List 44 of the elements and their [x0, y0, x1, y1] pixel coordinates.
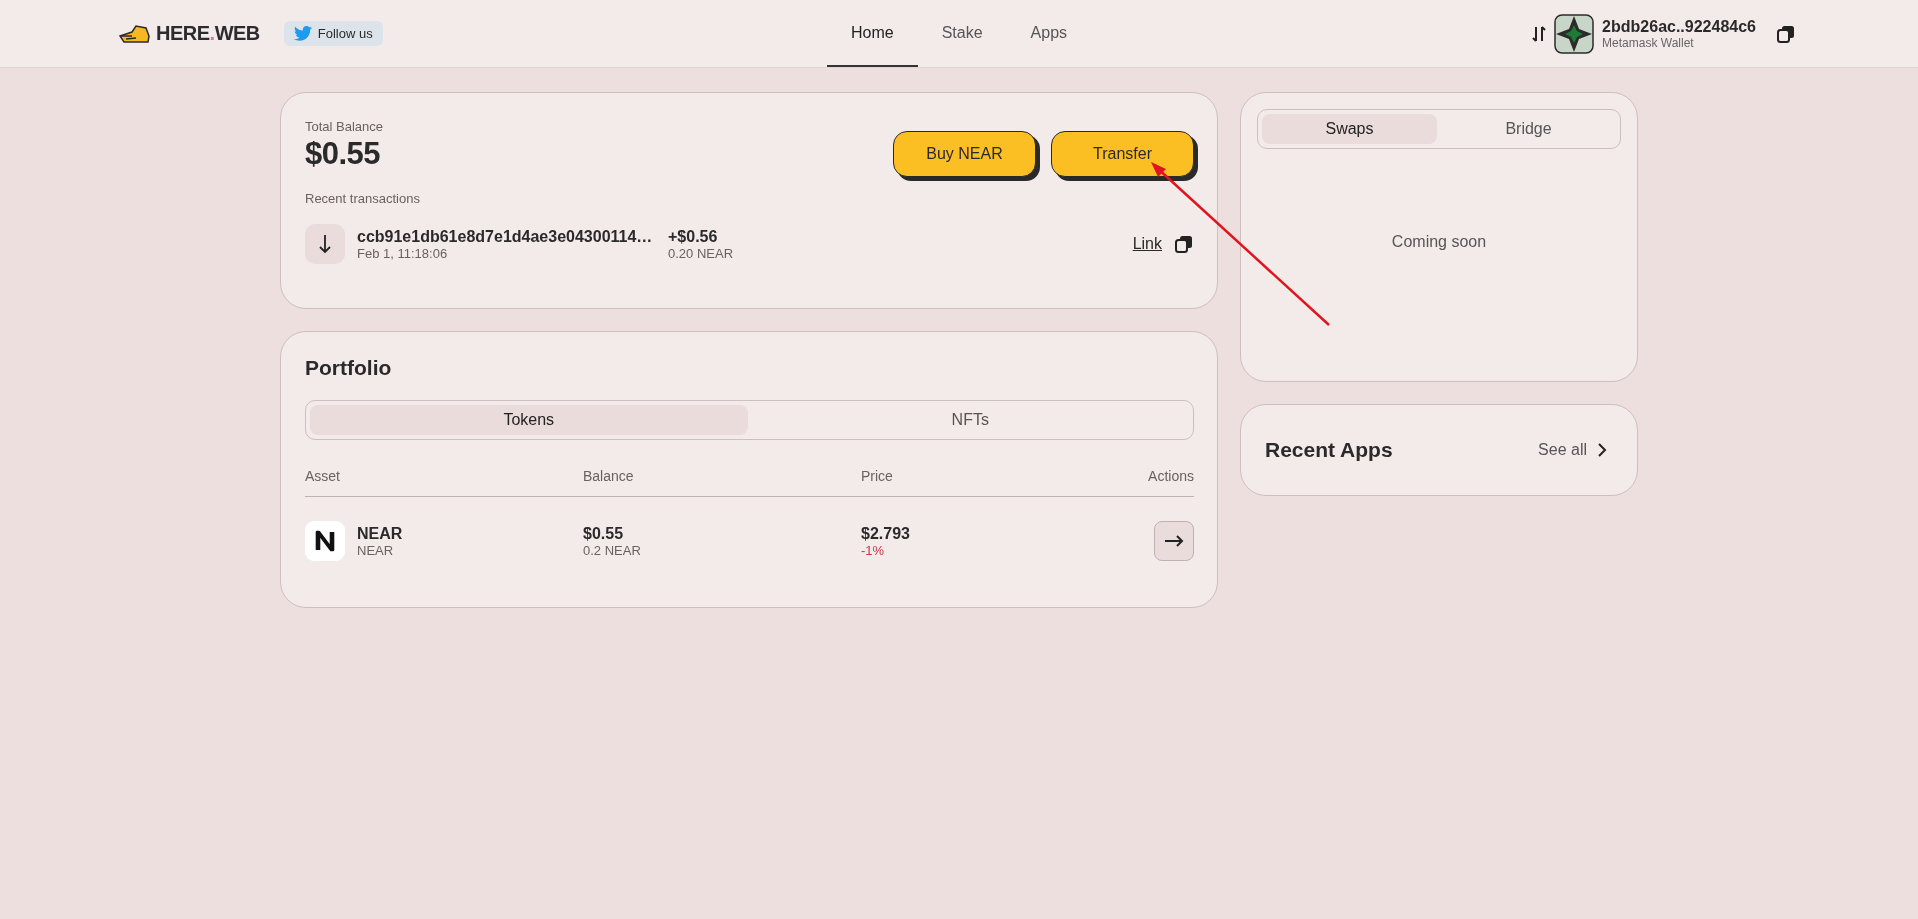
bird-icon — [293, 26, 312, 41]
transaction-amount: +$0.56 — [668, 227, 719, 246]
nav-tab[interactable]: Home — [827, 0, 918, 67]
segment-tab[interactable]: Swaps — [1262, 114, 1437, 144]
segment-tab[interactable]: Tokens — [310, 405, 748, 435]
transaction-near: 0.20 NEAR — [668, 245, 735, 261]
follow-button[interactable]: Follow us — [283, 21, 383, 46]
token-balance: $0.55 — [583, 524, 625, 543]
chevron-icon — [1597, 442, 1607, 458]
segment-tab[interactable]: Bridge — [1441, 114, 1616, 144]
logo-text[interactable]: HERE.WEB — [156, 22, 260, 45]
transaction-link[interactable]: Link — [1132, 235, 1162, 253]
section-label: Recent transactions — [305, 191, 421, 206]
avatar-icon — [1554, 13, 1595, 54]
wallet-address: 2bdb26ac..922484c6 — [1602, 17, 1756, 36]
balance-label: Total Balance — [305, 119, 384, 134]
down-arrow-icon — [319, 234, 331, 254]
copy-icon[interactable] — [1174, 234, 1194, 254]
coming-soon-text: Coming soon — [1391, 233, 1487, 251]
column-header: Balance — [583, 468, 635, 484]
token-amount: 0.2 NEAR — [583, 542, 642, 558]
token-name: NEAR — [357, 524, 403, 543]
open-button[interactable] — [1154, 521, 1194, 561]
logo-icon — [118, 23, 150, 44]
nav-tab[interactable]: Apps — [1006, 0, 1092, 67]
transaction-date: Feb 1, 11:18:06 — [357, 245, 449, 261]
price-change: -1% — [861, 542, 886, 558]
wallet-name: Metamask Wallet — [1602, 35, 1695, 50]
copy-icon[interactable] — [1776, 23, 1796, 44]
nav-tab[interactable]: Stake — [917, 0, 1007, 67]
switch-icon[interactable] — [1532, 24, 1547, 43]
right-arrow-icon — [1164, 534, 1184, 548]
column-header: Price — [861, 468, 894, 484]
column-header: Asset — [305, 468, 341, 484]
column-header: Actions — [1148, 468, 1194, 484]
segment-tab[interactable]: NFTs — [751, 405, 1189, 435]
portfolio-title: Portfolio — [305, 356, 393, 380]
token-price: $2.793 — [861, 524, 911, 543]
see-all-link[interactable]: See all — [1538, 441, 1607, 459]
balance-amount: $0.55 — [305, 136, 382, 172]
recent-apps-title: Recent Apps — [1265, 438, 1393, 462]
token-symbol: NEAR — [357, 542, 395, 558]
transaction-hash: ccb91e1db61e8d7e1d4ae3e04300114… — [357, 227, 654, 246]
token-logo-icon — [305, 521, 345, 561]
